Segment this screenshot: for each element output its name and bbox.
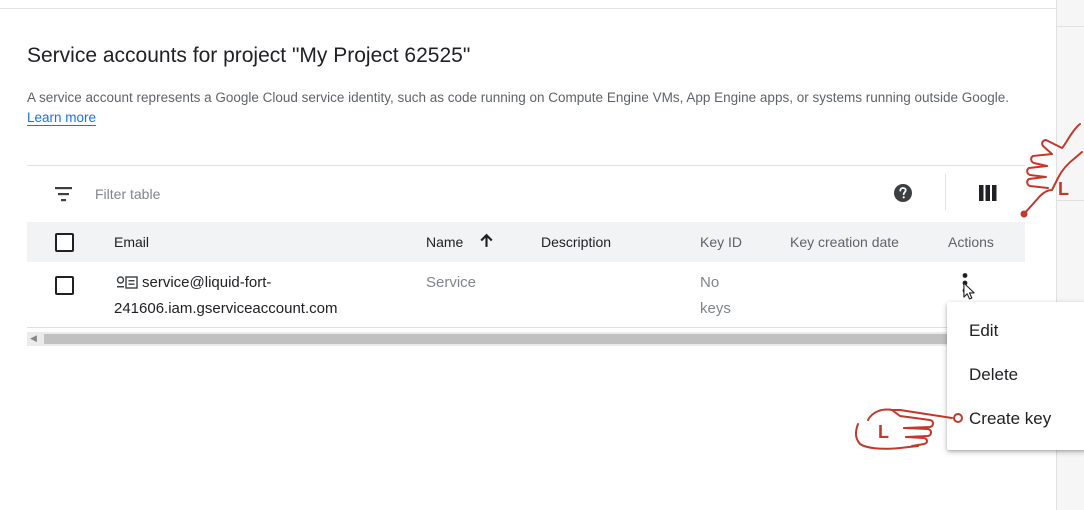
key-id-cell-continued: keys xyxy=(700,300,731,317)
menu-item-create-key[interactable]: Create key xyxy=(969,409,1051,429)
column-header-description[interactable]: Description xyxy=(541,234,611,250)
column-header-key-id[interactable]: Key ID xyxy=(700,234,742,250)
row-divider xyxy=(27,327,1025,328)
help-icon[interactable] xyxy=(893,183,913,203)
top-divider xyxy=(0,8,1056,9)
column-header-actions: Actions xyxy=(948,234,994,250)
toolbar-divider xyxy=(945,174,946,210)
select-all-checkbox[interactable] xyxy=(55,233,74,252)
scrollbar-thumb[interactable] xyxy=(44,334,1027,344)
page-title: Service accounts for project "My Project… xyxy=(27,44,471,67)
column-header-key-creation-date[interactable]: Key creation date xyxy=(790,234,899,250)
menu-item-edit[interactable]: Edit xyxy=(969,321,998,341)
key-id-cell: No xyxy=(700,274,720,291)
column-header-name[interactable]: Name xyxy=(426,234,463,250)
description-text: A service account represents a Google Cl… xyxy=(27,90,1010,105)
service-account-key-icon xyxy=(116,276,138,289)
filter-icon[interactable] xyxy=(54,184,74,204)
name-cell: Service xyxy=(426,274,477,291)
menu-item-delete[interactable]: Delete xyxy=(969,365,1018,385)
email-cell-continued[interactable]: 241606.iam.gserviceaccount.com xyxy=(114,298,337,320)
sort-ascending-icon[interactable] xyxy=(478,232,495,249)
column-display-icon[interactable] xyxy=(978,183,998,203)
filter-table-input[interactable]: Filter table xyxy=(95,186,160,202)
section-divider xyxy=(27,165,1025,166)
hand-label-bottom: L xyxy=(878,422,889,442)
page-description: A service account represents a Google Cl… xyxy=(27,88,1037,128)
learn-more-link[interactable]: Learn more xyxy=(27,110,97,126)
email-line-1[interactable]: service@liquid-fort- xyxy=(142,274,271,291)
email-cell[interactable]: service@liquid-fort- xyxy=(142,272,271,294)
column-header-email[interactable]: Email xyxy=(114,234,149,250)
mouse-cursor-icon xyxy=(963,282,975,300)
row-checkbox[interactable] xyxy=(55,276,74,295)
scroll-left-arrow-icon[interactable]: ◀ xyxy=(30,333,37,344)
actions-menu: Edit Delete Create key xyxy=(947,302,1084,450)
